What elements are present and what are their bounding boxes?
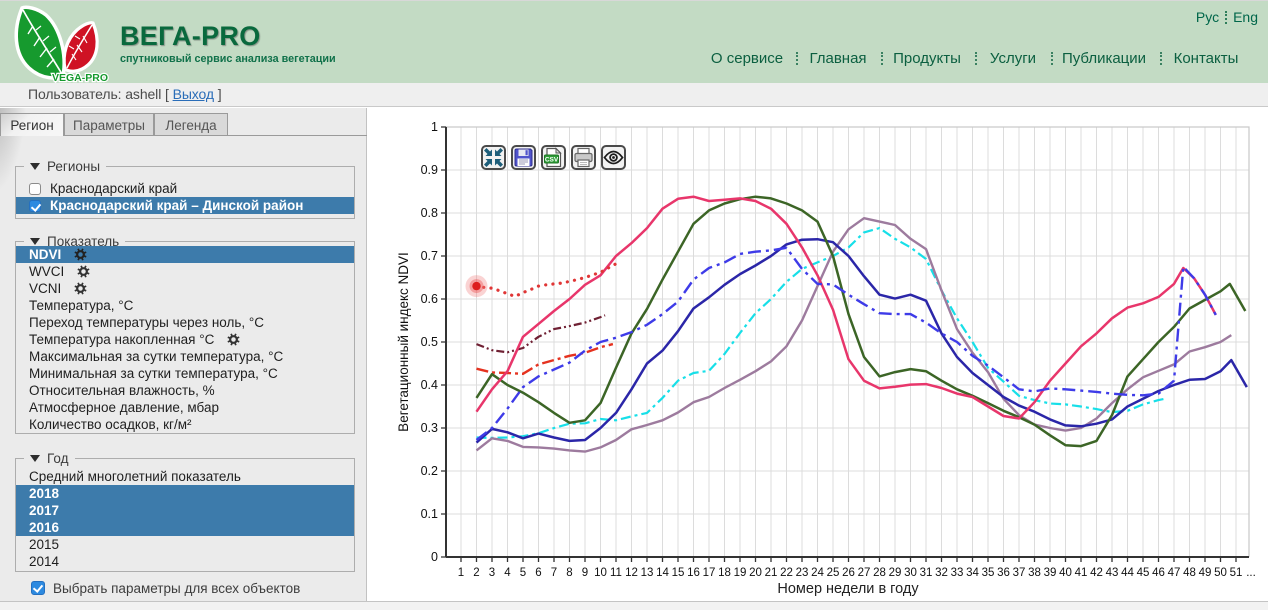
svg-text:0.9: 0.9 (421, 163, 438, 177)
svg-text:7: 7 (551, 567, 557, 579)
svg-text:...: ... (1246, 567, 1256, 579)
svg-text:Номер недели в году: Номер недели в году (777, 581, 919, 597)
svg-text:4: 4 (504, 567, 511, 579)
svg-text:13: 13 (641, 567, 654, 579)
svg-text:19: 19 (734, 567, 747, 579)
svg-text:29: 29 (889, 567, 902, 579)
svg-text:35: 35 (982, 567, 995, 579)
svg-text:16: 16 (687, 567, 700, 579)
svg-text:20: 20 (749, 567, 762, 579)
svg-text:50: 50 (1214, 567, 1227, 579)
svg-text:10: 10 (594, 567, 607, 579)
svg-text:0.4: 0.4 (421, 378, 438, 392)
svg-text:1: 1 (431, 120, 438, 134)
svg-text:CSV: CSV (545, 156, 559, 163)
svg-text:Вегетационный индекс NDVI: Вегетационный индекс NDVI (396, 252, 411, 432)
svg-text:9: 9 (582, 567, 588, 579)
svg-text:39: 39 (1044, 567, 1057, 579)
svg-text:28: 28 (873, 567, 886, 579)
svg-text:21: 21 (765, 567, 778, 579)
svg-text:48: 48 (1183, 567, 1196, 579)
svg-text:38: 38 (1028, 567, 1041, 579)
svg-text:14: 14 (656, 567, 669, 579)
svg-text:25: 25 (827, 567, 840, 579)
svg-text:1: 1 (458, 567, 464, 579)
svg-text:11: 11 (610, 567, 622, 579)
svg-text:30: 30 (904, 567, 917, 579)
svg-text:31: 31 (920, 567, 933, 579)
svg-text:0.3: 0.3 (421, 421, 438, 435)
svg-text:49: 49 (1199, 567, 1212, 579)
svg-text:36: 36 (997, 567, 1010, 579)
svg-text:22: 22 (780, 567, 793, 579)
svg-text:5: 5 (520, 567, 526, 579)
svg-text:0.1: 0.1 (421, 507, 438, 521)
svg-text:0.2: 0.2 (421, 464, 438, 478)
svg-text:32: 32 (935, 567, 948, 579)
svg-text:0.8: 0.8 (421, 206, 438, 220)
svg-text:0: 0 (431, 550, 438, 564)
svg-text:23: 23 (796, 567, 809, 579)
svg-text:45: 45 (1137, 567, 1150, 579)
svg-text:0.7: 0.7 (421, 249, 438, 263)
svg-text:33: 33 (951, 567, 964, 579)
svg-text:24: 24 (811, 567, 824, 579)
svg-text:0.6: 0.6 (421, 292, 438, 306)
svg-text:18: 18 (718, 567, 731, 579)
svg-text:42: 42 (1090, 567, 1103, 579)
svg-text:44: 44 (1121, 567, 1134, 579)
svg-text:2: 2 (473, 567, 479, 579)
svg-text:8: 8 (566, 567, 572, 579)
svg-text:41: 41 (1075, 567, 1088, 579)
svg-text:12: 12 (625, 567, 638, 579)
svg-text:37: 37 (1013, 567, 1026, 579)
svg-text:40: 40 (1059, 567, 1072, 579)
svg-text:0.5: 0.5 (421, 335, 438, 349)
svg-text:15: 15 (672, 567, 685, 579)
svg-text:46: 46 (1152, 567, 1165, 579)
svg-text:34: 34 (966, 567, 979, 579)
svg-text:6: 6 (535, 567, 541, 579)
svg-text:43: 43 (1106, 567, 1119, 579)
svg-text:26: 26 (842, 567, 855, 579)
svg-text:27: 27 (858, 567, 871, 579)
svg-text:47: 47 (1168, 567, 1181, 579)
svg-text:3: 3 (489, 567, 495, 579)
svg-text:17: 17 (703, 567, 716, 579)
svg-text:51: 51 (1230, 567, 1243, 579)
